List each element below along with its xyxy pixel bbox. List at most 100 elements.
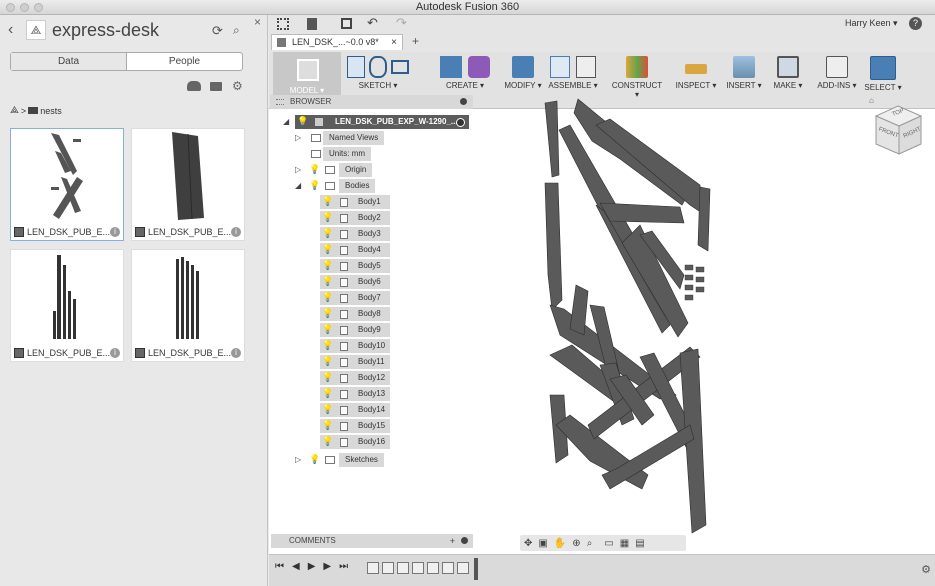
file-card-4[interactable]: LEN_DSK_PUB_E... i bbox=[131, 249, 245, 362]
construct-menu[interactable]: CONSTRUCT ▾ bbox=[609, 56, 665, 99]
upload-icon[interactable] bbox=[187, 81, 201, 91]
info-icon[interactable]: i bbox=[110, 227, 120, 237]
redo-icon[interactable]: ↷ bbox=[396, 15, 407, 31]
visibility-bulb-icon[interactable]: 💡 bbox=[322, 340, 333, 351]
visibility-bulb-icon[interactable]: 💡 bbox=[322, 244, 333, 255]
file-card-1[interactable]: LEN_DSK_PUB_E... i bbox=[10, 128, 124, 241]
visibility-bulb-icon[interactable]: 💡 bbox=[322, 228, 333, 239]
visibility-bulb-icon[interactable]: 💡 bbox=[309, 164, 320, 175]
close-tab-icon[interactable]: × bbox=[391, 35, 397, 50]
close-window-button[interactable] bbox=[6, 3, 15, 12]
file-card-2[interactable]: LEN_DSK_PUB_E... i bbox=[131, 128, 245, 241]
step-back-icon[interactable]: ◀ bbox=[292, 561, 300, 572]
line-icon[interactable] bbox=[368, 56, 387, 78]
timeline-feature-icon[interactable] bbox=[382, 562, 394, 574]
rectangle-icon[interactable] bbox=[390, 60, 409, 74]
timeline-feature-icon[interactable] bbox=[442, 562, 454, 574]
file-card-3[interactable]: LEN_DSK_PUB_E... i bbox=[10, 249, 124, 362]
modify-menu[interactable]: MODIFY ▾ bbox=[501, 56, 545, 90]
timeline-feature-icon[interactable] bbox=[412, 562, 424, 574]
nested-parts-viewport[interactable] bbox=[530, 95, 730, 540]
timeline-feature-icon[interactable] bbox=[367, 562, 379, 574]
new-tab-icon[interactable]: + bbox=[412, 34, 419, 48]
visibility-bulb-icon[interactable]: 💡 bbox=[322, 356, 333, 367]
expand-triangle-icon[interactable]: ▷ bbox=[295, 453, 301, 467]
select-icon[interactable] bbox=[870, 56, 896, 80]
timeline-feature-icon[interactable] bbox=[427, 562, 439, 574]
select-menu[interactable]: SELECT ▾ bbox=[863, 56, 903, 92]
back-chevron-icon[interactable]: ‹ bbox=[8, 21, 13, 39]
grid-settings-icon[interactable]: ▦ bbox=[620, 538, 629, 549]
visibility-bulb-icon[interactable]: 💡 bbox=[322, 292, 333, 303]
zoom-window-icon[interactable]: ⊕ bbox=[572, 538, 580, 549]
visibility-bulb-icon[interactable]: 💡 bbox=[322, 212, 333, 223]
visibility-bulb-icon[interactable]: 💡 bbox=[322, 276, 333, 287]
hub-breadcrumb-icon[interactable]: ⟁ bbox=[10, 105, 19, 116]
visibility-bulb-icon[interactable]: 💡 bbox=[309, 180, 320, 191]
save-icon[interactable] bbox=[341, 18, 352, 29]
visibility-bulb-icon[interactable]: 💡 bbox=[309, 454, 320, 465]
timeline-marker[interactable] bbox=[474, 558, 478, 580]
press-pull-icon[interactable] bbox=[512, 56, 534, 78]
info-icon[interactable]: i bbox=[110, 348, 120, 358]
collapse-triangle-icon[interactable]: ◢ bbox=[283, 115, 289, 129]
collapse-browser-icon[interactable] bbox=[460, 98, 467, 105]
doc-tab[interactable]: LEN_DSK_...~0.0 v8* × bbox=[271, 34, 403, 50]
new-component-icon[interactable] bbox=[550, 56, 570, 78]
display-settings-icon[interactable]: ▭ bbox=[604, 538, 613, 549]
expand-triangle-icon[interactable]: ▷ bbox=[295, 131, 301, 145]
timeline-feature-icon[interactable] bbox=[397, 562, 409, 574]
offset-plane-icon[interactable] bbox=[626, 56, 648, 78]
user-menu[interactable]: Harry Keen ▾ bbox=[845, 18, 898, 29]
zoom-window-button[interactable] bbox=[34, 3, 43, 12]
browser-header[interactable]: BROWSER bbox=[270, 95, 473, 109]
visibility-bulb-icon[interactable]: 💡 bbox=[322, 372, 333, 383]
collapse-triangle-icon[interactable]: ◢ bbox=[295, 179, 301, 193]
inspect-menu[interactable]: INSPECT ▾ bbox=[673, 56, 719, 90]
visibility-bulb-icon[interactable]: 💡 bbox=[322, 196, 333, 207]
3d-print-icon[interactable] bbox=[777, 56, 799, 78]
insert-image-icon[interactable] bbox=[733, 56, 755, 78]
pan-icon[interactable]: ✋ bbox=[554, 538, 566, 549]
sketch-icon[interactable] bbox=[347, 56, 365, 78]
grid-menu-icon[interactable] bbox=[277, 18, 289, 30]
viewports-icon[interactable]: ▤ bbox=[635, 538, 644, 549]
create-menu[interactable]: CREATE ▾ bbox=[429, 56, 501, 90]
minimize-window-button[interactable] bbox=[20, 3, 29, 12]
file-menu-icon[interactable] bbox=[307, 18, 317, 30]
close-panel-icon[interactable]: × bbox=[254, 15, 261, 29]
info-icon[interactable]: i bbox=[231, 348, 241, 358]
gear-icon[interactable]: ⚙ bbox=[232, 79, 243, 93]
go-to-end-icon[interactable]: ⏭ bbox=[339, 561, 348, 572]
refresh-icon[interactable]: ⟳ bbox=[212, 23, 223, 39]
comments-header[interactable]: COMMENTS + bbox=[271, 534, 473, 548]
extrude-icon[interactable] bbox=[440, 56, 462, 78]
expand-triangle-icon[interactable]: ▷ bbox=[295, 163, 301, 177]
visibility-bulb-icon[interactable]: 💡 bbox=[297, 116, 308, 127]
measure-icon[interactable] bbox=[685, 64, 707, 74]
joint-icon[interactable] bbox=[576, 56, 596, 78]
activate-radio-icon[interactable] bbox=[456, 118, 465, 127]
play-icon[interactable]: ▶ bbox=[308, 561, 316, 572]
visibility-bulb-icon[interactable]: 💡 bbox=[322, 260, 333, 271]
assemble-menu[interactable]: ASSEMBLE ▾ bbox=[547, 56, 599, 90]
viewcube[interactable]: ⌂ TOP FRONT RIGHT bbox=[869, 96, 923, 156]
timeline-feature-icon[interactable] bbox=[457, 562, 469, 574]
info-icon[interactable]: i bbox=[231, 227, 241, 237]
tab-people[interactable]: People bbox=[127, 53, 242, 70]
visibility-bulb-icon[interactable]: 💡 bbox=[322, 308, 333, 319]
addins-menu[interactable]: ADD-INS ▾ bbox=[811, 56, 863, 90]
look-at-icon[interactable]: ▣ bbox=[538, 538, 547, 549]
add-comment-icon[interactable]: + bbox=[450, 534, 455, 548]
undo-icon[interactable]: ↶ bbox=[367, 15, 378, 31]
orbit-icon[interactable]: ✥ bbox=[524, 538, 532, 549]
visibility-bulb-icon[interactable]: 💡 bbox=[322, 388, 333, 399]
go-to-start-icon[interactable]: ⏮ bbox=[275, 561, 284, 572]
home-icon[interactable]: ⌂ bbox=[869, 96, 874, 105]
collapse-comments-icon[interactable] bbox=[461, 537, 468, 544]
make-menu[interactable]: MAKE ▾ bbox=[769, 56, 807, 90]
scripts-icon[interactable] bbox=[826, 56, 848, 78]
visibility-bulb-icon[interactable]: 💡 bbox=[322, 404, 333, 415]
sketch-menu[interactable]: SKETCH ▾ bbox=[347, 56, 409, 90]
insert-menu[interactable]: INSERT ▾ bbox=[723, 56, 765, 90]
